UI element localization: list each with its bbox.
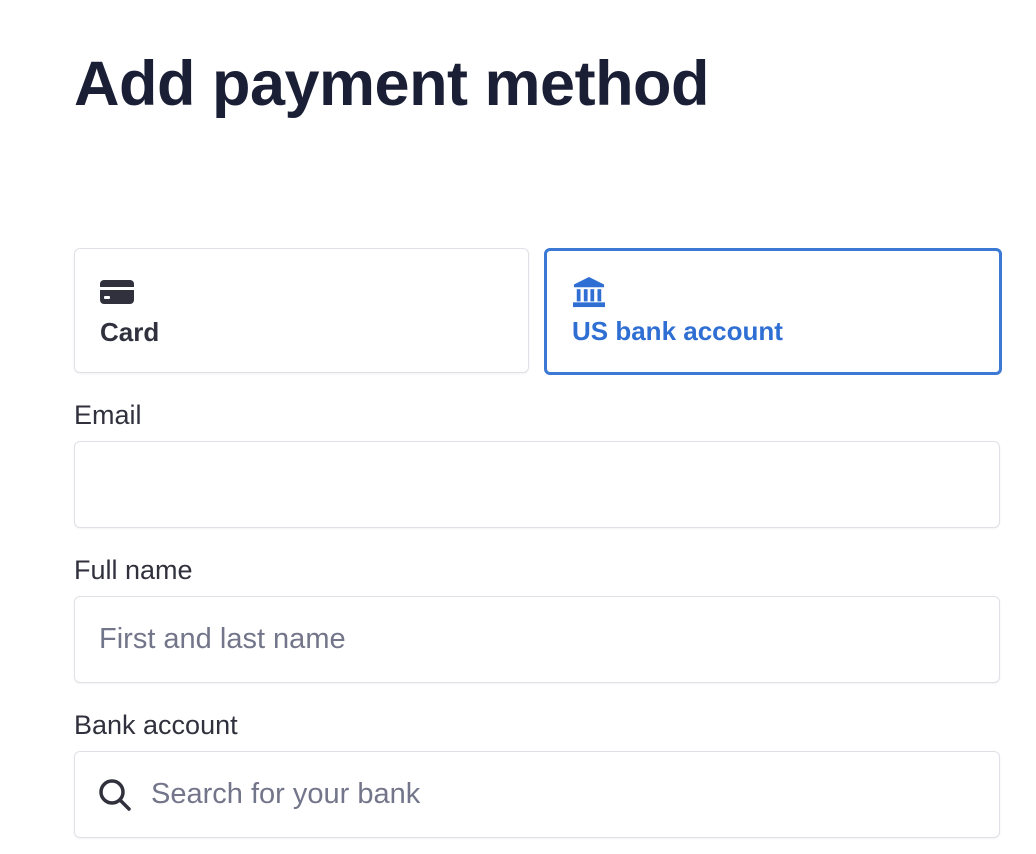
tab-card-label: Card (100, 317, 160, 347)
page-title: Add payment method (74, 49, 710, 119)
full-name-field[interactable] (74, 596, 1000, 683)
payment-method-page: Add payment method Card US bank account … (0, 0, 1036, 854)
full-name-label: Full name (74, 555, 193, 585)
email-field[interactable] (74, 441, 1000, 528)
email-label: Email (74, 400, 142, 430)
bank-search-container (74, 751, 1000, 838)
card-icon (100, 280, 134, 304)
payment-method-tabs: Card US bank account (74, 248, 1002, 375)
tab-card[interactable]: Card (74, 248, 529, 373)
bank-search-input[interactable] (74, 751, 1000, 838)
tab-us-bank-account-label: US bank account (572, 316, 783, 346)
bank-icon (573, 276, 605, 308)
search-icon (99, 779, 131, 811)
tab-us-bank-account[interactable]: US bank account (544, 248, 1002, 375)
bank-account-label: Bank account (74, 710, 238, 740)
